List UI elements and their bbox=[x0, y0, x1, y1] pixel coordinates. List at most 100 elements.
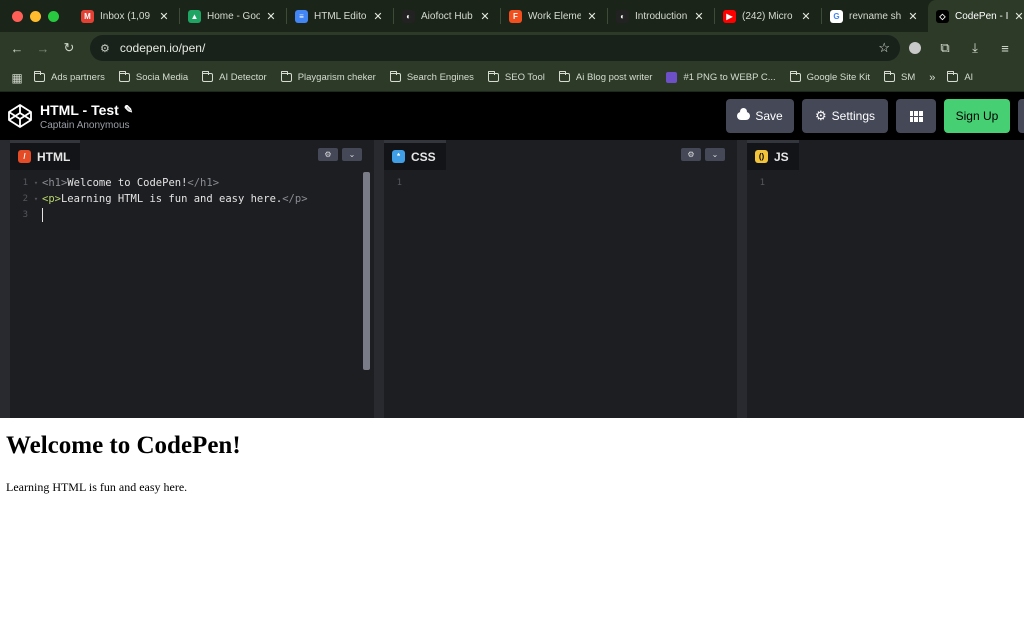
tab-label: Aiofoct Hub bbox=[421, 10, 473, 22]
minimize-window-button[interactable] bbox=[30, 10, 41, 22]
js-code-editor[interactable]: 1 bbox=[747, 170, 1024, 418]
folder-icon bbox=[202, 71, 214, 82]
bookmark-label: AI Detector bbox=[219, 72, 267, 83]
close-icon[interactable]: ✕ bbox=[585, 10, 599, 23]
close-window-button[interactable] bbox=[12, 10, 23, 22]
close-icon[interactable]: ✕ bbox=[371, 10, 385, 23]
bookmark-item[interactable]: Search Engines bbox=[389, 71, 474, 83]
address-bar[interactable]: ⚙ codepen.io/pen/ ☆ bbox=[90, 35, 900, 61]
pen-title-block: HTML - Test ✎ Captain Anonymous bbox=[40, 102, 133, 131]
css-code-editor[interactable]: 1 bbox=[384, 170, 737, 418]
folder-icon bbox=[280, 71, 292, 82]
bookmark-item[interactable]: Google Site Kit bbox=[789, 71, 870, 83]
save-button[interactable]: Save bbox=[726, 99, 794, 133]
tab-label: Home - Goo bbox=[207, 10, 260, 22]
browser-tab[interactable]: ▶ (242) Micro ✕ bbox=[715, 0, 821, 32]
browser-tab[interactable]: M Inbox (1,09 ✕ bbox=[73, 0, 179, 32]
browser-tab[interactable]: ≡ HTML Edito ✕ bbox=[287, 0, 393, 32]
tab-label: HTML Edito bbox=[314, 10, 367, 22]
css-chevron-down-icon[interactable]: ⌄ bbox=[705, 148, 725, 161]
youtube-icon: ▶ bbox=[723, 9, 736, 23]
download-icon[interactable]: ⤓ bbox=[960, 40, 990, 56]
tab-label: CodePen - I bbox=[955, 10, 1008, 22]
tab-list: M Inbox (1,09 ✕ ▲ Home - Goo ✕ ≡ HTML Edito ✕ ◐ Ai… bbox=[73, 0, 1024, 32]
login-button-edge[interactable] bbox=[1018, 99, 1024, 133]
forward-arrow-icon[interactable]: → bbox=[30, 41, 56, 56]
text-cursor bbox=[42, 208, 43, 222]
maximize-window-button[interactable] bbox=[48, 10, 59, 22]
close-icon[interactable]: ✕ bbox=[799, 10, 813, 23]
codepen-header: HTML - Test ✎ Captain Anonymous Save ⚙ S… bbox=[0, 92, 1024, 140]
bookmark-star-icon[interactable]: ☆ bbox=[878, 40, 890, 56]
bookmark-label: Ai Blog post writer bbox=[575, 72, 653, 83]
browser-tab[interactable]: ◐ Aiofoct Hub ✕ bbox=[394, 0, 500, 32]
bookmark-item[interactable]: Socia Media bbox=[118, 71, 188, 83]
browser-tab[interactable]: ▲ Home - Goo ✕ bbox=[180, 0, 286, 32]
close-icon[interactable]: ✕ bbox=[692, 10, 706, 23]
js-pane-tab[interactable]: () JS bbox=[747, 140, 799, 170]
preview-paragraph: Learning HTML is fun and easy here. bbox=[6, 480, 188, 494]
css-pane-controls: ⚙ ⌄ bbox=[681, 148, 725, 161]
html-scrollbar[interactable] bbox=[363, 172, 370, 370]
bookmark-item[interactable]: SEO Tool bbox=[487, 71, 545, 83]
folder-icon bbox=[789, 71, 801, 82]
reading-list-icon[interactable]: ≡ bbox=[990, 41, 1020, 56]
codepen-logo-icon[interactable] bbox=[6, 102, 34, 130]
browser-tab[interactable]: ◇ CodePen - I ✕ bbox=[928, 0, 1024, 32]
close-icon[interactable]: ✕ bbox=[478, 10, 492, 23]
bookmark-item[interactable]: AI Detector bbox=[202, 71, 267, 83]
editor-area: / HTML ⚙ ⌄ 1 ▾ <h1> Welcome to CodePen! </h… bbox=[0, 140, 1024, 418]
html-code-editor[interactable]: 1 ▾ <h1> Welcome to CodePen! </h1> 2 ▾ <p> Le… bbox=[10, 170, 374, 418]
docs-icon: ≡ bbox=[295, 9, 308, 23]
js-pane-header: () JS bbox=[747, 140, 1024, 170]
bookmark-item[interactable]: Ai Blog post writer bbox=[558, 71, 653, 83]
extensions-icon[interactable]: ⧉ bbox=[930, 40, 960, 56]
apps-grid-icon[interactable]: ▦ bbox=[0, 71, 34, 85]
css-pane-tab[interactable]: * CSS bbox=[384, 140, 446, 170]
close-icon[interactable]: ✕ bbox=[906, 10, 920, 23]
bookmark-item[interactable]: SM bbox=[884, 71, 916, 83]
js-lang-icon: () bbox=[755, 150, 768, 163]
bookmark-folder-al[interactable]: Al bbox=[947, 71, 973, 83]
sign-up-button[interactable]: Sign Up bbox=[944, 99, 1010, 133]
bookmark-list: Ads partners Socia Media AI Detector Playga… bbox=[34, 71, 929, 83]
edit-pencil-icon[interactable]: ✎ bbox=[124, 103, 133, 116]
html-settings-gear-icon[interactable]: ⚙ bbox=[318, 148, 338, 161]
bookmark-label: SM bbox=[901, 72, 916, 83]
bookmark-item[interactable]: #1 PNG to WEBP C... bbox=[666, 72, 776, 83]
codepen-icon: ◇ bbox=[936, 9, 949, 23]
css-settings-gear-icon[interactable]: ⚙ bbox=[681, 148, 701, 161]
gmail-icon: M bbox=[81, 9, 94, 23]
close-icon[interactable]: ✕ bbox=[1012, 10, 1024, 23]
folder-icon bbox=[558, 71, 570, 82]
google-icon: G bbox=[830, 9, 843, 23]
close-icon[interactable]: ✕ bbox=[157, 10, 171, 23]
html-chevron-down-icon[interactable]: ⌄ bbox=[342, 148, 362, 161]
more-bookmarks-button[interactable]: » bbox=[929, 72, 935, 84]
site-settings-icon[interactable]: ⚙ bbox=[100, 42, 110, 55]
html-pane-tab[interactable]: / HTML bbox=[10, 140, 81, 170]
bookmark-label: Ads partners bbox=[51, 72, 105, 83]
settings-button[interactable]: ⚙ Settings bbox=[802, 99, 888, 133]
code-line: 1 ▾ <h1> Welcome to CodePen! </h1> bbox=[22, 177, 220, 189]
bookmark-item[interactable]: Playgarism cheker bbox=[280, 71, 376, 83]
reload-icon[interactable]: ↻ bbox=[56, 40, 82, 56]
browser-tab[interactable]: Grevname sh ✕ bbox=[822, 0, 928, 32]
back-arrow-icon[interactable]: ← bbox=[4, 41, 30, 56]
code-line: 1 bbox=[396, 178, 402, 188]
tab-label: Inbox (1,09 bbox=[100, 10, 151, 22]
header-actions: Save ⚙ Settings Sign Up bbox=[726, 99, 1024, 133]
close-icon[interactable]: ✕ bbox=[264, 10, 278, 23]
change-view-button[interactable] bbox=[896, 99, 936, 133]
code-line: 2 ▾ <p> Learning HTML is fun and easy here… bbox=[22, 193, 308, 205]
bookmark-item[interactable]: Ads partners bbox=[34, 71, 105, 83]
url-text[interactable]: codepen.io/pen/ bbox=[120, 41, 878, 55]
profile-avatar[interactable] bbox=[909, 42, 921, 54]
fold-arrow-icon[interactable]: ▾ bbox=[30, 179, 42, 187]
pen-title[interactable]: HTML - Test ✎ bbox=[40, 102, 133, 118]
fold-arrow-icon[interactable]: ▾ bbox=[30, 195, 42, 203]
browser-tab[interactable]: ◐ Introduction ✕ bbox=[608, 0, 714, 32]
tab-label: Work Eleme bbox=[528, 10, 581, 22]
css-lang-icon: * bbox=[392, 150, 405, 163]
browser-tab[interactable]: F Work Eleme ✕ bbox=[501, 0, 607, 32]
